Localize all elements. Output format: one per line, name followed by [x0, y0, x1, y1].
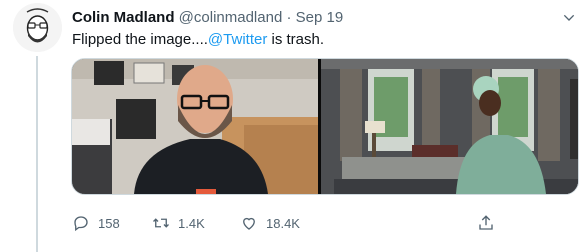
- retweet-icon: [153, 218, 169, 228]
- tweet-text-start: Flipped the image....: [72, 31, 208, 48]
- reply-button[interactable]: 158: [72, 212, 120, 234]
- tweet-date[interactable]: Sep 19: [296, 9, 344, 26]
- like-count: 18.4K: [266, 215, 300, 231]
- handle[interactable]: @colinmadland: [179, 9, 283, 26]
- tweet-text-end: is trash.: [267, 31, 325, 48]
- retweet-count: 1.4K: [178, 215, 205, 231]
- reply-count: 158: [98, 215, 120, 231]
- share-icon: [479, 215, 493, 230]
- retweet-button[interactable]: 1.4K: [152, 212, 205, 234]
- avatar[interactable]: [13, 3, 62, 52]
- share-button[interactable]: [477, 212, 495, 234]
- tweet-text: Flipped the image....@Twitter is trash.: [72, 30, 324, 50]
- display-name[interactable]: Colin Madland: [72, 9, 175, 26]
- tweet-actions: 158 1.4K 18.4K: [72, 212, 580, 234]
- avatar-image: [13, 3, 62, 52]
- video-call-image: [72, 59, 578, 194]
- separator: ·: [286, 9, 292, 26]
- reply-icon: [74, 216, 88, 232]
- chevron-down-icon[interactable]: [561, 10, 577, 26]
- like-icon: [243, 217, 255, 230]
- tweet-media[interactable]: [71, 58, 579, 195]
- tweet-header: Colin Madland @colinmadland · Sep 19: [72, 8, 343, 28]
- like-button[interactable]: 18.4K: [240, 212, 300, 234]
- mention-link[interactable]: @Twitter: [208, 31, 267, 48]
- thread-line: [36, 56, 38, 252]
